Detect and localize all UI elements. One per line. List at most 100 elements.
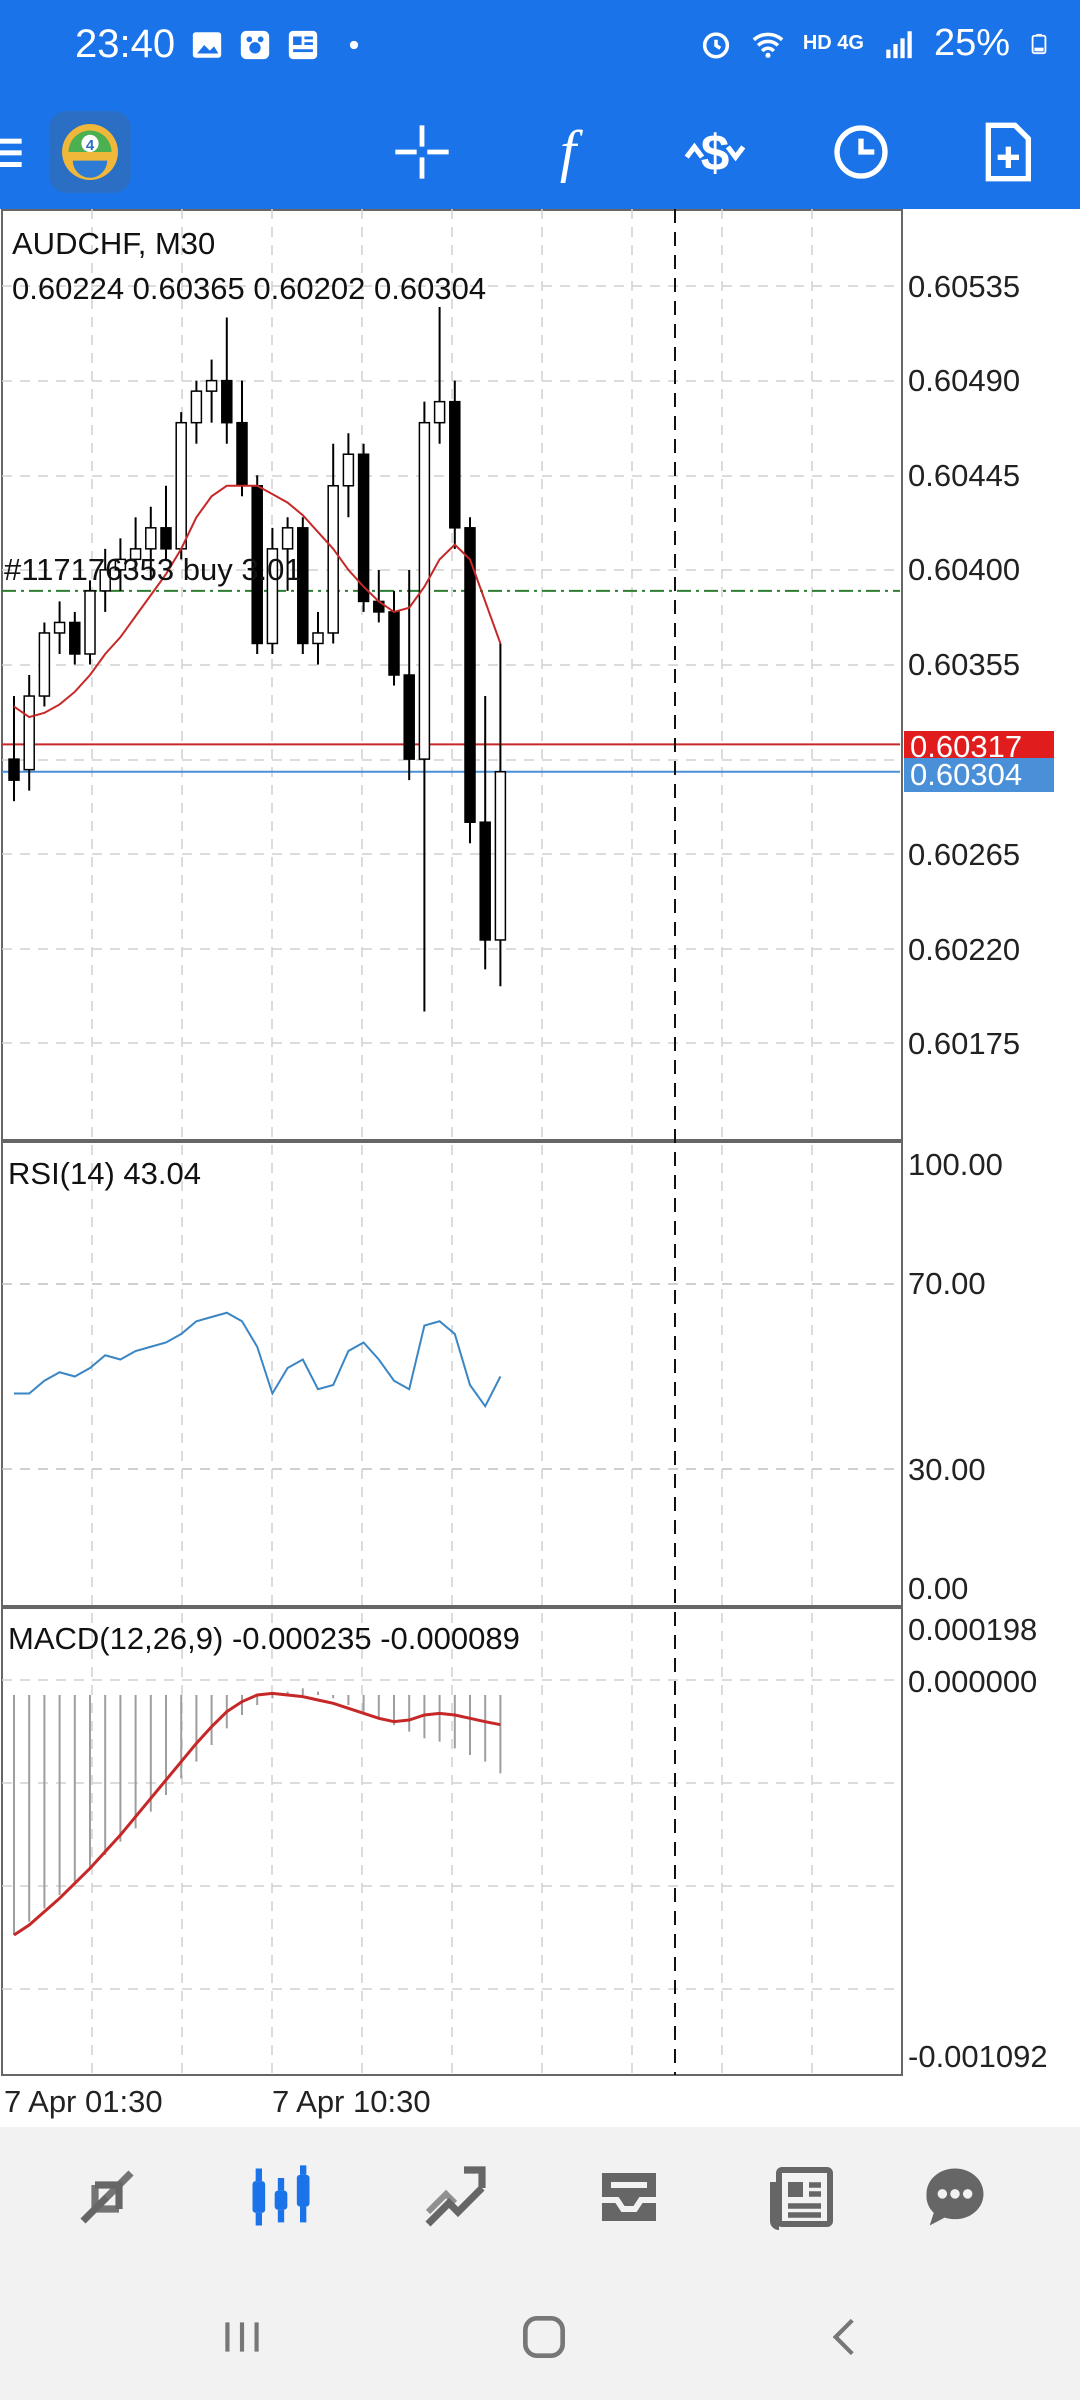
- news-icon: [288, 30, 318, 60]
- candle-body: [160, 527, 172, 550]
- macd-series: [13, 1688, 502, 1937]
- candle-body: [205, 379, 218, 392]
- chart-icon: [252, 2165, 310, 2226]
- new-order-icon: [985, 122, 1031, 182]
- svg-text:$: $: [701, 123, 730, 181]
- news-icon: [770, 2167, 833, 2230]
- bid-price-label: 0.60304: [910, 757, 1022, 792]
- battery-icon: [1031, 33, 1047, 54]
- back-icon: [832, 2318, 854, 2356]
- price-tick: 0.60535: [908, 269, 1020, 304]
- macd-signal-line: [13, 1691, 501, 1937]
- candle-body: [312, 632, 324, 645]
- home-button[interactable]: [484, 2297, 604, 2377]
- image-icon: [192, 32, 222, 58]
- candle-body: [236, 421, 248, 487]
- trade-icon: [425, 2166, 486, 2227]
- chart-area[interactable]: AUDCHF, M30 0.60224 0.60365 0.60202 0.60…: [0, 209, 1080, 2129]
- system-status: HD 4G 25%: [699, 22, 1050, 65]
- indicators-button[interactable]: f: [513, 95, 623, 209]
- price-panel-frame: [1, 209, 903, 1141]
- svg-text:4: 4: [86, 137, 95, 154]
- candle-body: [53, 621, 66, 634]
- dot-icon: [349, 40, 359, 50]
- rsi-tick: 70.00: [908, 1266, 986, 1301]
- candle-body: [433, 400, 446, 424]
- price-lines: [2, 589, 900, 773]
- candle-body: [190, 390, 203, 424]
- chart-canvas[interactable]: AUDCHF, M30 0.60224 0.60365 0.60202 0.60…: [0, 209, 1080, 2129]
- macd-tick: -0.001092: [908, 2039, 1048, 2074]
- indicator-icon: f: [560, 120, 584, 184]
- rsi-tick: 100.00: [908, 1147, 1003, 1182]
- candle-body: [403, 674, 415, 760]
- macd-tick: 0.000000: [908, 1664, 1037, 1699]
- app-logo: 4: [35, 95, 145, 209]
- wifi-icon: [752, 32, 784, 58]
- candle-body: [327, 485, 339, 634]
- trade-button[interactable]: $: [660, 95, 770, 209]
- bottom-navigation: [0, 2127, 1080, 2267]
- messages-icon: [926, 2168, 984, 2226]
- order-label: #117176353 buy 3.01: [4, 552, 302, 587]
- period-button[interactable]: [806, 95, 916, 209]
- nav-quotes[interactable]: [52, 2147, 162, 2247]
- recent-apps-button[interactable]: [182, 2297, 302, 2377]
- symbol-label: AUDCHF, M30: [12, 226, 215, 261]
- trade-icon: $: [684, 123, 746, 181]
- system-navigation: [0, 2267, 1080, 2400]
- candle-body: [494, 770, 507, 941]
- network-type: HD 4G: [802, 32, 864, 54]
- price-tick: 0.60400: [908, 552, 1020, 587]
- macd-panel-frame: [1, 1607, 903, 2076]
- price-tick: 0.60445: [908, 458, 1020, 493]
- nav-news[interactable]: [748, 2147, 858, 2247]
- battery-percent: 25%: [933, 22, 1010, 64]
- quotes-icon: [80, 2170, 134, 2224]
- metatrader-logo-icon: 4: [49, 111, 131, 193]
- nav-trade[interactable]: [400, 2147, 510, 2247]
- crosshair-button[interactable]: [367, 95, 477, 209]
- new-order-button[interactable]: [952, 95, 1062, 209]
- signal-icon: [886, 30, 912, 58]
- time-tick: 7 Apr 01:30: [4, 2084, 163, 2119]
- nav-messages[interactable]: [900, 2147, 1010, 2247]
- status-time: 23:40: [75, 22, 176, 66]
- period-icon: [834, 125, 888, 179]
- price-tick: 0.60490: [908, 363, 1020, 398]
- status-bar: 23:40 HD 4G 25%: [0, 0, 1080, 95]
- candle-body: [342, 453, 355, 487]
- candle-body: [23, 695, 35, 771]
- candle-body: [38, 632, 51, 697]
- macd-label: MACD(12,26,9) -0.000235 -0.000089: [8, 1621, 520, 1656]
- nav-history[interactable]: [574, 2147, 684, 2247]
- crosshair-icon: [395, 125, 449, 179]
- macd-tick: 0.000198: [908, 1612, 1037, 1647]
- candles: [8, 307, 507, 1012]
- inbox-icon: [602, 2173, 656, 2221]
- menu-icon: [0, 138, 22, 167]
- candle-body: [357, 453, 370, 603]
- rsi-panel-frame: [1, 1141, 903, 1607]
- nav-chart[interactable]: [226, 2147, 336, 2247]
- paw-icon: [240, 30, 270, 60]
- rsi-tick: 0.00: [908, 1571, 968, 1606]
- alarm-icon: [702, 31, 729, 59]
- candle-body: [479, 821, 491, 941]
- notification-icons: [190, 28, 364, 62]
- candle-body: [84, 590, 96, 655]
- price-tick: 0.60355: [908, 647, 1020, 682]
- chart-toolbar: 4 f $: [0, 95, 1080, 209]
- ohlc-label: 0.60224 0.60365 0.60202 0.60304: [12, 271, 486, 306]
- back-button[interactable]: [786, 2297, 906, 2377]
- price-tick: 0.60265: [908, 837, 1020, 872]
- candle-body: [388, 611, 400, 676]
- candle-body: [69, 621, 81, 655]
- menu-button[interactable]: [0, 95, 40, 209]
- price-tick: 0.60175: [908, 1026, 1020, 1061]
- rsi-series: [14, 1311, 502, 1409]
- recent-apps-icon: [225, 2322, 259, 2352]
- rsi-label: RSI(14) 43.04: [8, 1156, 201, 1191]
- home-icon: [523, 2316, 565, 2358]
- candle-body: [175, 421, 187, 550]
